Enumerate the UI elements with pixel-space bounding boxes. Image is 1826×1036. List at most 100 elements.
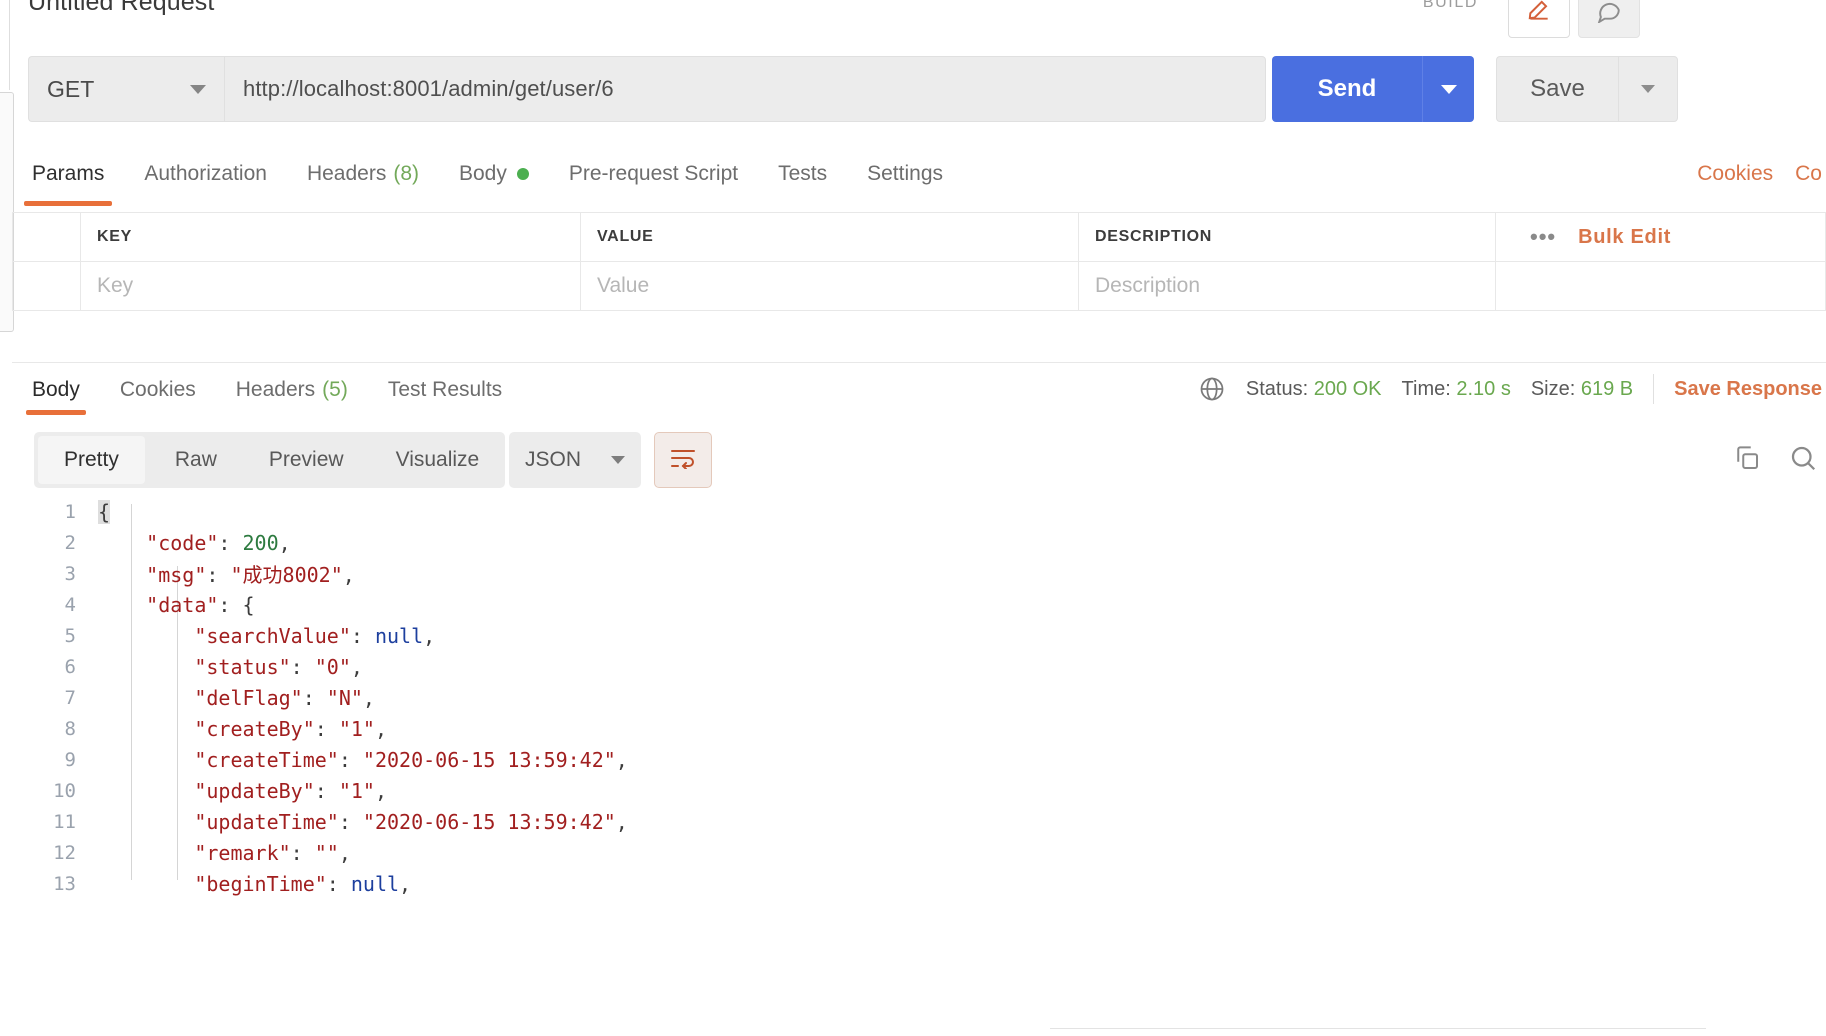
send-options-button[interactable] <box>1422 56 1474 122</box>
tab-pre-request-script[interactable]: Pre-request Script <box>549 148 758 200</box>
bulk-edit-link[interactable]: Bulk Edit <box>1578 226 1671 249</box>
response-tab-test-results[interactable]: Test Results <box>368 363 522 417</box>
view-mode-preview[interactable]: Preview <box>243 432 370 488</box>
response-tab-body[interactable]: Body <box>12 363 100 417</box>
http-method-select[interactable]: GET <box>28 56 224 122</box>
code-text: "updateTime": "2020-06-15 13:59:42", <box>194 809 628 834</box>
code-text: "createTime": "2020-06-15 13:59:42", <box>194 747 628 772</box>
code-line: 2 "code": 200, <box>12 527 1826 558</box>
divider <box>1653 374 1655 404</box>
tab-tests[interactable]: Tests <box>758 148 847 200</box>
code-line: 6 "status": "0", <box>12 651 1826 682</box>
language-label: JSON <box>525 448 582 471</box>
edit-pencil-button[interactable] <box>1508 0 1570 38</box>
line-number: 2 <box>64 531 76 554</box>
response-tab-headers[interactable]: Headers (5) <box>216 363 368 417</box>
status-value: 200 OK <box>1313 377 1382 400</box>
response-body-actions <box>1732 432 1818 488</box>
comment-icon <box>1596 0 1622 28</box>
code-text: { <box>98 499 111 524</box>
row-checkbox-cell[interactable] <box>12 261 81 311</box>
more-options-icon[interactable]: ••• <box>1530 224 1556 250</box>
chevron-down-icon <box>190 84 206 94</box>
tab-authorization[interactable]: Authorization <box>124 148 287 200</box>
save-options-button[interactable] <box>1618 56 1678 122</box>
size-value: 619 B <box>1580 377 1634 400</box>
response-body-code[interactable]: 1{2 "code": 200, 3 "msg": "成功8002", 4 "dat… <box>12 496 1826 1012</box>
comments-button[interactable] <box>1578 0 1640 38</box>
edit-pencil-icon <box>1526 0 1552 28</box>
code-text: "msg": "成功8002", <box>146 563 355 587</box>
cookies-link[interactable]: Cookies <box>1697 162 1773 186</box>
description-input[interactable]: Description <box>1078 261 1496 311</box>
line-number: 12 <box>53 841 76 864</box>
table-header-row: KEY VALUE DESCRIPTION ••• Bulk Edit <box>12 212 1826 262</box>
table-row[interactable]: Key Value Description <box>12 261 1826 311</box>
response-tab-cookies-label: Cookies <box>119 377 196 401</box>
code-line: 12 "remark": "", <box>12 837 1826 868</box>
line-number: 8 <box>64 717 76 740</box>
select-all-cell <box>12 212 81 262</box>
chevron-down-icon <box>611 456 625 464</box>
tab-body[interactable]: Body <box>439 148 549 200</box>
save-button[interactable]: Save <box>1496 56 1618 122</box>
view-mode-raw[interactable]: Raw <box>149 432 243 488</box>
request-tabs-right-links: Cookies Co <box>1697 148 1826 200</box>
tab-tests-label: Tests <box>778 162 828 185</box>
url-input[interactable]: http://localhost:8001/admin/get/user/6 <box>224 56 1266 122</box>
bottom-edge-divider <box>1050 1028 1706 1036</box>
tab-params[interactable]: Params <box>12 148 124 206</box>
code-line: 10 "updateBy": "1", <box>12 775 1826 806</box>
code-line: 13 "beginTime": null, <box>12 868 1826 899</box>
language-select[interactable]: JSON <box>509 432 641 488</box>
row-actions-cell <box>1495 261 1826 311</box>
code-text: "updateBy": "1", <box>194 778 388 803</box>
search-button[interactable] <box>1788 443 1818 478</box>
line-number: 6 <box>64 655 76 678</box>
line-number: 10 <box>53 779 76 802</box>
http-method-label: GET <box>47 75 95 102</box>
body-present-dot-icon <box>516 168 529 180</box>
tab-headers-count: (8) <box>393 162 419 185</box>
code-link[interactable]: Co <box>1795 162 1822 186</box>
status-label: Status: <box>1245 377 1309 400</box>
response-tab-cookies[interactable]: Cookies <box>100 363 216 417</box>
view-mode-group: Pretty Raw Preview Visualize <box>34 432 506 488</box>
code-text: "code": 200, <box>146 530 291 555</box>
chevron-down-icon <box>1641 85 1655 93</box>
table-actions-cell: ••• Bulk Edit <box>1495 212 1826 262</box>
word-wrap-button[interactable] <box>654 432 712 488</box>
line-number: 3 <box>64 562 76 585</box>
save-response-link[interactable]: Save Response <box>1674 378 1822 401</box>
request-tabs: Params Authorization Headers (8) Body Pr… <box>12 148 1826 206</box>
key-input[interactable]: Key <box>80 261 581 311</box>
column-header-key: KEY <box>80 212 581 262</box>
line-number: 13 <box>53 872 76 895</box>
response-meta: Status: 200 OK Time: 2.10 s Size: 619 B … <box>1198 362 1826 416</box>
copy-button[interactable] <box>1732 443 1762 478</box>
view-mode-pretty[interactable]: Pretty <box>38 436 145 484</box>
column-header-value: VALUE <box>580 212 1079 262</box>
line-number: 11 <box>53 810 76 833</box>
tab-pre-request-script-label: Pre-request Script <box>568 162 739 185</box>
tab-headers[interactable]: Headers (8) <box>287 148 439 200</box>
status-item: Status: 200 OK <box>1246 378 1382 401</box>
send-button[interactable]: Send <box>1272 56 1422 122</box>
code-line: 7 "delFlag": "N", <box>12 682 1826 713</box>
params-table-wrapper: KEY VALUE DESCRIPTION ••• Bulk Edit Key … <box>12 212 1826 311</box>
tab-headers-label: Headers <box>306 162 387 185</box>
view-mode-visualize[interactable]: Visualize <box>370 432 506 488</box>
line-number: 1 <box>64 500 76 523</box>
tab-params-label: Params <box>32 162 105 185</box>
tab-settings[interactable]: Settings <box>847 148 963 200</box>
value-input[interactable]: Value <box>580 261 1079 311</box>
code-line: 5 "searchValue": null, <box>12 620 1826 651</box>
params-table: KEY VALUE DESCRIPTION ••• Bulk Edit Key … <box>12 212 1826 311</box>
postman-request-window: Untitled Request BUILD GET http://localh… <box>0 0 1826 1036</box>
response-format-toolbar: Pretty Raw Preview Visualize JSON <box>34 432 1826 488</box>
code-line: 1{ <box>12 496 1826 527</box>
word-wrap-icon <box>669 447 697 474</box>
size-item: Size: 619 B <box>1531 378 1633 401</box>
code-text: "data": { <box>146 592 255 617</box>
code-text: "delFlag": "N", <box>194 685 375 710</box>
